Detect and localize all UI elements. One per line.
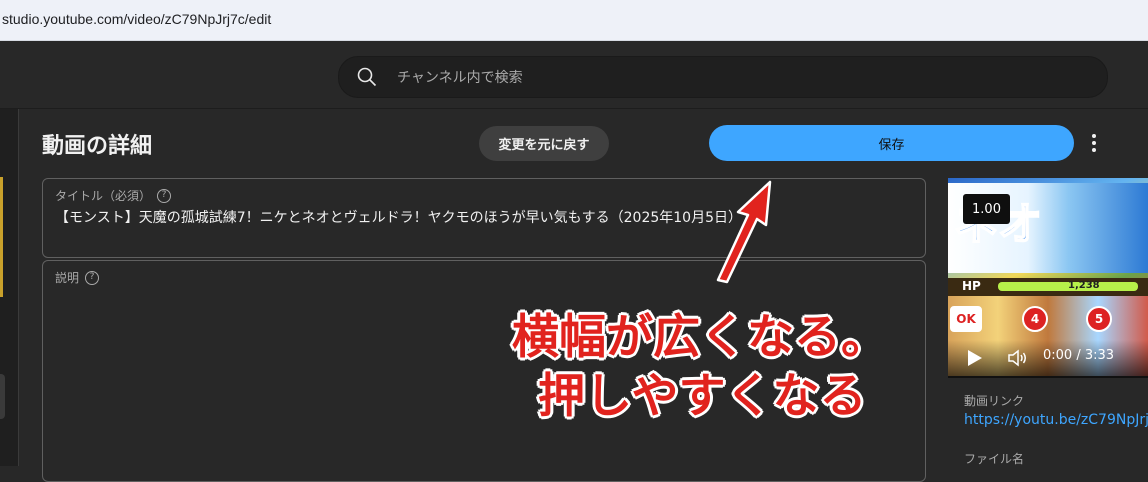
search-icon[interactable] bbox=[357, 67, 377, 87]
description-label: 説明 ? bbox=[55, 269, 100, 286]
title-input[interactable]: 【モンスト】天魔の孤城試練7！ニケとネオとヴェルドラ！ヤクモのほうが早い気もする… bbox=[55, 207, 742, 227]
hp-label: HP bbox=[962, 279, 981, 293]
sidebar-thumbnail[interactable] bbox=[0, 177, 3, 297]
ok-badge: OK bbox=[950, 306, 982, 332]
volume-icon[interactable] bbox=[1008, 349, 1028, 367]
help-icon[interactable]: ? bbox=[157, 188, 172, 203]
title-label-text: タイトル（必須） bbox=[55, 189, 152, 203]
playback-time: 0:00 / 3:33 bbox=[1043, 348, 1115, 363]
player-controls: 0:00 / 3:33 bbox=[948, 340, 1148, 376]
annotation-arrow-icon bbox=[716, 180, 772, 284]
hp-bar: HP 1,238 bbox=[948, 278, 1148, 296]
video-link-label: 動画リンク bbox=[964, 394, 1025, 408]
title-label: タイトル（必須） ? bbox=[55, 187, 172, 204]
hp-number: 1,238 bbox=[1068, 280, 1100, 291]
page-title: 動画の詳細 bbox=[42, 134, 153, 159]
filename-label: ファイル名 bbox=[964, 452, 1025, 466]
studio-header bbox=[0, 41, 1148, 109]
party-number: 5 bbox=[1086, 306, 1112, 332]
undo-changes-button[interactable]: 変更を元に戻す bbox=[479, 126, 609, 161]
search-input[interactable] bbox=[395, 57, 1089, 99]
title-field[interactable]: タイトル（必須） ? 【モンスト】天魔の孤城試練7！ニケとネオとヴェルドラ！ヤク… bbox=[42, 178, 926, 258]
annotation-line-1: 横幅が広くなる。 bbox=[512, 310, 888, 365]
video-preview[interactable]: ネオ HP 1,238 OK 4 5 1.00 0:00 / 3:33 bbox=[948, 178, 1148, 378]
url-text[interactable]: studio.youtube.com/video/zC79NpJrj7c/edi… bbox=[2, 11, 271, 27]
more-options-icon[interactable] bbox=[1082, 130, 1106, 156]
playback-speed[interactable]: 1.00 bbox=[963, 194, 1010, 224]
annotation-callout: 横幅が広くなる。 押しやすくなる bbox=[512, 308, 888, 426]
annotation-line-2: 押しやすくなる bbox=[538, 369, 867, 424]
description-label-text: 説明 bbox=[55, 271, 80, 285]
left-sidebar-edge bbox=[0, 109, 19, 466]
channel-search[interactable] bbox=[338, 56, 1108, 99]
browser-address-bar[interactable]: studio.youtube.com/video/zC79NpJrj7c/edi… bbox=[0, 0, 1148, 41]
help-icon[interactable]: ? bbox=[85, 270, 100, 285]
play-icon[interactable] bbox=[968, 350, 982, 366]
video-link[interactable]: https://youtu.be/zC79NpJrj7c bbox=[964, 412, 1148, 428]
sidebar-scroll-handle[interactable] bbox=[0, 374, 5, 419]
party-number: 4 bbox=[1022, 306, 1048, 332]
save-button[interactable]: 保存 bbox=[709, 125, 1074, 161]
